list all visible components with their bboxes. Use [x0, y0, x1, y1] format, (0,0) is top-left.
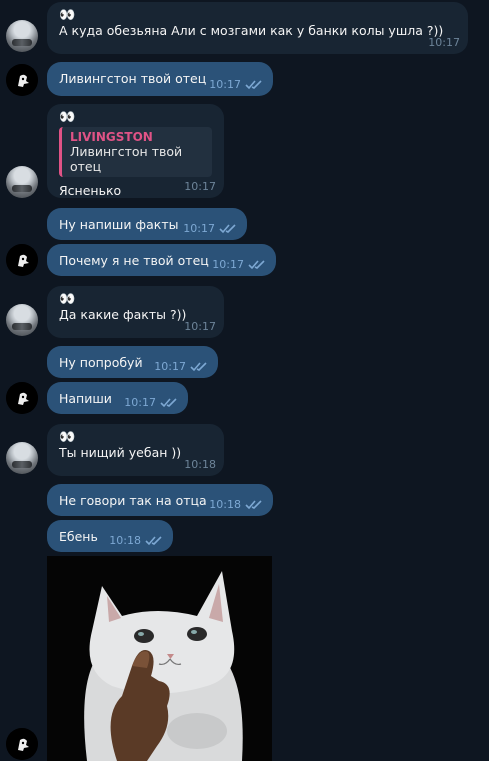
avatar-interlocutor[interactable] [6, 166, 38, 198]
message-bubble[interactable]: Ну напиши факты 10:17 [47, 208, 247, 240]
message-time: 10:17 [184, 320, 216, 333]
double-check-icon [245, 500, 262, 510]
message-time: 10:17 [212, 258, 244, 271]
message-time: 10:17 [183, 222, 215, 235]
message-bubble[interactable]: 👀 LIVINGSTON Ливингстон твой отец Яснень… [47, 104, 224, 198]
message-time: 10:17 [209, 78, 241, 91]
avatar-self[interactable] [6, 382, 38, 414]
reply-quote[interactable]: LIVINGSTON Ливингстон твой отец [59, 127, 212, 177]
double-check-icon [219, 224, 236, 234]
message-bubble[interactable]: Не говори так на отца 10:18 [47, 484, 273, 516]
message-text: А куда обезьяна Али с мозгами как у банк… [59, 23, 444, 38]
avatar-interlocutor[interactable] [6, 304, 38, 336]
message-time: 10:17 [124, 396, 156, 409]
sender-name: 👀 [59, 430, 75, 445]
message-time: 10:18 [184, 458, 216, 471]
message-bubble[interactable]: Напиши 10:17 [47, 382, 188, 414]
double-check-icon [190, 362, 207, 372]
message-time: 10:18 [109, 534, 141, 547]
message-time: 10:17 [184, 180, 216, 193]
sender-name: 👀 [59, 110, 75, 125]
sender-name: 👀 [59, 8, 75, 23]
double-check-icon [160, 398, 177, 408]
message-bubble[interactable]: Ливингстон твой отец 10:17 [47, 62, 273, 96]
avatar-interlocutor[interactable] [6, 442, 38, 474]
message-time: 10:17 [428, 36, 460, 49]
cat-photo[interactable] [47, 556, 272, 761]
message-time: 10:18 [209, 498, 241, 511]
avatar-self[interactable] [6, 64, 38, 96]
message-bubble[interactable]: Ебень 10:18 [47, 520, 173, 552]
message-bubble[interactable]: 👀 А куда обезьяна Али с мозгами как у ба… [47, 2, 468, 54]
message-bubble[interactable]: Почему я не твой отец 10:17 [47, 244, 276, 276]
message-text: Напиши [59, 391, 112, 406]
double-check-icon [245, 80, 262, 90]
avatar-self[interactable] [6, 728, 38, 760]
avatar-self[interactable] [6, 244, 38, 276]
sender-name: 👀 [59, 292, 75, 307]
message-time: 10:17 [154, 360, 186, 373]
message-bubble[interactable]: 👀 Да какие факты ?)) 10:17 [47, 286, 224, 338]
message-bubble[interactable]: 👀 Ты нищий уебан )) 10:18 [47, 424, 224, 476]
double-check-icon [248, 260, 265, 270]
message-bubble[interactable]: Ну попробуй 10:17 [47, 346, 218, 378]
avatar-interlocutor[interactable] [6, 20, 38, 52]
reply-text: Ливингстон твой отец [70, 144, 183, 174]
double-check-icon [145, 536, 162, 546]
reply-author: LIVINGSTON [70, 130, 153, 144]
crying-cat-image [47, 556, 272, 761]
